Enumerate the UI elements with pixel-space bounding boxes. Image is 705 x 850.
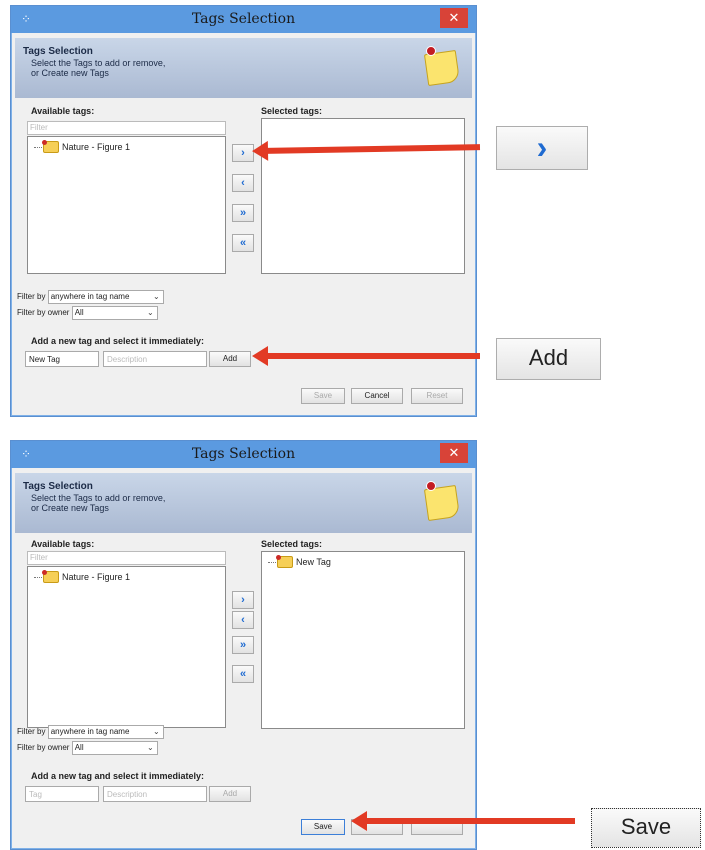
owner-label: Filter by owner bbox=[17, 308, 70, 318]
selected-tags-label: Selected tags: bbox=[261, 539, 323, 549]
window-title: Tags Selection bbox=[191, 446, 296, 462]
add-selected-button[interactable]: › bbox=[232, 144, 254, 162]
owner-value: All bbox=[74, 743, 84, 752]
available-tags-label: Available tags: bbox=[31, 106, 95, 116]
filter-by-owner-row: Filter by owner All ⌄ bbox=[17, 306, 158, 320]
add-all-button[interactable]: » bbox=[232, 204, 254, 222]
chevron-down-icon: ⌄ bbox=[147, 308, 154, 317]
available-tags-label: Available tags: bbox=[31, 539, 95, 549]
selected-tags-list[interactable]: New Tag bbox=[261, 551, 465, 729]
chevron-right-icon: › bbox=[536, 129, 548, 165]
add-section-label: Add a new tag and select it immediately: bbox=[31, 771, 205, 781]
tag-name-input[interactable]: New Tag bbox=[25, 351, 99, 367]
banner-title: Tags Selection bbox=[23, 481, 93, 492]
header-banner: Tags Selection Select the Tags to add or… bbox=[15, 38, 472, 98]
banner-description-line1: Select the Tags to add or remove, bbox=[31, 493, 166, 503]
title-bar[interactable]: ⁘ Tags Selection ✕ bbox=[11, 6, 476, 33]
filter-by-label: Filter by bbox=[17, 292, 46, 302]
description-input[interactable]: Description bbox=[103, 351, 207, 367]
filter-input[interactable]: Filter bbox=[27, 121, 226, 135]
owner-value: All bbox=[74, 308, 84, 317]
annotation-arrow-3 bbox=[351, 811, 575, 831]
list-item[interactable]: Nature - Figure 1 bbox=[34, 140, 131, 153]
save-button[interactable]: Save bbox=[301, 819, 345, 835]
close-icon: ✕ bbox=[448, 10, 460, 25]
remove-all-button[interactable]: « bbox=[232, 665, 254, 683]
list-item[interactable]: Nature - Figure 1 bbox=[34, 570, 131, 583]
chevron-right-icon: › bbox=[241, 594, 245, 606]
owner-select[interactable]: All ⌄ bbox=[71, 741, 158, 755]
pin-icon bbox=[426, 481, 436, 491]
available-tags-list[interactable]: Nature - Figure 1 bbox=[27, 566, 226, 728]
add-all-button[interactable]: » bbox=[232, 636, 254, 654]
tag-name: Nature - Figure 1 bbox=[62, 572, 131, 582]
title-bar[interactable]: ⁘ Tags Selection ✕ bbox=[11, 441, 476, 468]
reset-button[interactable]: Reset bbox=[411, 388, 463, 404]
callout-add-button: Add bbox=[496, 338, 601, 380]
tag-folder-icon bbox=[42, 570, 59, 583]
list-item[interactable]: New Tag bbox=[268, 555, 331, 568]
filter-input[interactable]: Filter bbox=[27, 551, 226, 565]
chevron-down-icon: ⌄ bbox=[147, 743, 154, 752]
filter-by-value: anywhere in tag name bbox=[50, 292, 130, 301]
add-button[interactable]: Add bbox=[209, 786, 251, 802]
tag-folder-icon bbox=[276, 555, 293, 568]
chevron-left-icon: ‹ bbox=[241, 177, 245, 189]
description-input[interactable]: Description bbox=[103, 786, 207, 802]
close-button[interactable]: ✕ bbox=[440, 8, 468, 28]
filter-by-label: Filter by bbox=[17, 727, 46, 737]
owner-label: Filter by owner bbox=[17, 743, 70, 753]
window-title: Tags Selection bbox=[191, 11, 296, 27]
double-chevron-left-icon: « bbox=[239, 237, 247, 249]
filter-by-select[interactable]: anywhere in tag name ⌄ bbox=[47, 725, 164, 739]
available-tags-list[interactable]: Nature - Figure 1 bbox=[27, 136, 226, 274]
tag-name: Nature - Figure 1 bbox=[62, 142, 131, 152]
owner-select[interactable]: All ⌄ bbox=[71, 306, 158, 320]
cancel-button[interactable]: Cancel bbox=[351, 388, 403, 404]
filter-by-select[interactable]: anywhere in tag name ⌄ bbox=[47, 290, 164, 304]
close-icon: ✕ bbox=[448, 445, 460, 460]
banner-description-line2: or Create new Tags bbox=[31, 68, 109, 78]
chevron-down-icon: ⌄ bbox=[152, 727, 160, 736]
double-chevron-left-icon: « bbox=[239, 668, 247, 680]
chevron-left-icon: ‹ bbox=[241, 614, 245, 626]
annotation-arrow-2 bbox=[252, 346, 480, 366]
add-section-label: Add a new tag and select it immediately: bbox=[31, 336, 205, 346]
double-chevron-right-icon: » bbox=[239, 207, 247, 219]
remove-all-button[interactable]: « bbox=[232, 234, 254, 252]
chevron-down-icon: ⌄ bbox=[152, 292, 160, 301]
banner-description-line1: Select the Tags to add or remove, bbox=[31, 58, 166, 68]
pin-icon bbox=[426, 46, 436, 56]
chevron-right-icon: › bbox=[241, 147, 245, 159]
banner-title: Tags Selection bbox=[23, 46, 93, 57]
remove-selected-button[interactable]: ‹ bbox=[232, 611, 254, 629]
tags-selection-dialog-2: ⁘ Tags Selection ✕ Tags Selection Select… bbox=[10, 440, 477, 850]
close-button[interactable]: ✕ bbox=[440, 443, 468, 463]
save-button[interactable]: Save bbox=[301, 388, 345, 404]
header-banner: Tags Selection Select the Tags to add or… bbox=[15, 473, 472, 533]
tag-folder-icon bbox=[42, 140, 59, 153]
callout-arrow-button: › bbox=[496, 126, 588, 170]
filter-by-owner-row: Filter by owner All ⌄ bbox=[17, 741, 158, 755]
filter-by-row: Filter by anywhere in tag name ⌄ bbox=[17, 725, 164, 739]
selected-tags-list[interactable] bbox=[261, 118, 465, 274]
add-button[interactable]: Add bbox=[209, 351, 251, 367]
double-chevron-right-icon: » bbox=[239, 639, 247, 651]
tag-name: New Tag bbox=[296, 557, 331, 567]
add-selected-button[interactable]: › bbox=[232, 591, 254, 609]
remove-selected-button[interactable]: ‹ bbox=[232, 174, 254, 192]
tag-name-input[interactable]: Tag bbox=[25, 786, 99, 802]
selected-tags-label: Selected tags: bbox=[261, 106, 323, 116]
banner-description-line2: or Create new Tags bbox=[31, 503, 109, 513]
callout-save-button: Save bbox=[591, 808, 701, 848]
filter-by-value: anywhere in tag name bbox=[50, 727, 130, 736]
filter-by-row: Filter by anywhere in tag name ⌄ bbox=[17, 290, 164, 304]
